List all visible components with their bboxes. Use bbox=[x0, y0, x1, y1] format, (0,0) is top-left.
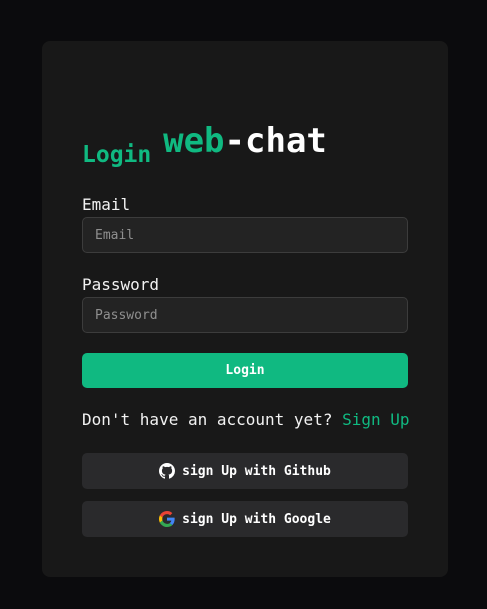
github-signup-label: sign Up with Github bbox=[182, 463, 331, 479]
page-title: Login bbox=[82, 142, 152, 168]
github-icon bbox=[159, 463, 176, 479]
password-label: Password bbox=[82, 275, 160, 294]
signup-prompt-text: Don't have an account yet? bbox=[82, 410, 333, 429]
signup-prompt-line: Don't have an account yet? Sign Up bbox=[82, 410, 410, 429]
sign-up-link[interactable]: Sign Up bbox=[342, 410, 409, 429]
google-signup-button[interactable]: sign Up with Google bbox=[82, 501, 408, 537]
email-field[interactable] bbox=[82, 217, 408, 253]
google-signup-label: sign Up with Google bbox=[182, 511, 331, 527]
password-field[interactable] bbox=[82, 297, 408, 333]
google-icon bbox=[159, 511, 175, 527]
email-label: Email bbox=[82, 195, 131, 214]
brand-logo-part1: web bbox=[163, 121, 225, 161]
github-signup-button[interactable]: sign Up with Github bbox=[82, 453, 408, 489]
brand-logo-part2: -chat bbox=[224, 121, 327, 161]
login-button[interactable]: Login bbox=[82, 353, 408, 388]
